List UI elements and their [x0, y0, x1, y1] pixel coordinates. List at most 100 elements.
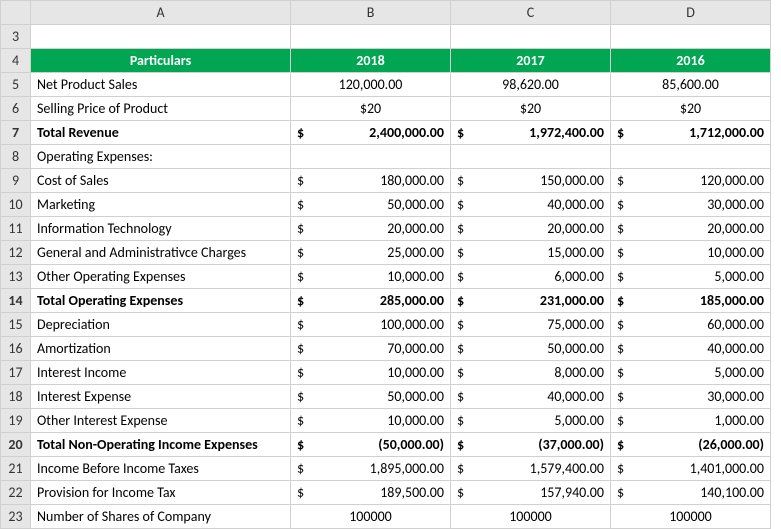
cell-label[interactable]: Interest Expense: [31, 385, 291, 409]
cell-label[interactable]: Operating Expenses:: [31, 145, 291, 169]
row-header[interactable]: 20: [1, 433, 31, 457]
cell-value[interactable]: [451, 145, 611, 169]
cell-label[interactable]: Total Non-Operating Income Expenses: [31, 433, 291, 457]
cell-value[interactable]: $30,000.00: [611, 193, 771, 217]
cell-value[interactable]: $20,000.00: [611, 217, 771, 241]
cell-value[interactable]: $185,000.00: [611, 289, 771, 313]
row-header[interactable]: 21: [1, 457, 31, 481]
cell-label[interactable]: Net Product Sales: [31, 73, 291, 97]
cell-value[interactable]: $(50,000.00): [291, 433, 451, 457]
row-header[interactable]: 11: [1, 217, 31, 241]
cell[interactable]: [611, 25, 771, 49]
cell-value[interactable]: $5,000.00: [451, 409, 611, 433]
cell-label[interactable]: Provision for Income Tax: [31, 481, 291, 505]
cell[interactable]: [291, 25, 451, 49]
cell-value[interactable]: $40,000.00: [451, 193, 611, 217]
cell-value[interactable]: $20,000.00: [451, 217, 611, 241]
cell-value[interactable]: $40,000.00: [451, 385, 611, 409]
corner-cell[interactable]: [1, 1, 31, 25]
col-header-b[interactable]: B: [291, 1, 451, 25]
cell-label[interactable]: Amortization: [31, 337, 291, 361]
cell-value[interactable]: $231,000.00: [451, 289, 611, 313]
row-header[interactable]: 16: [1, 337, 31, 361]
cell-value[interactable]: $140,100.00: [611, 481, 771, 505]
cell-value[interactable]: $30,000.00: [611, 385, 771, 409]
cell-value[interactable]: 85,600.00: [611, 73, 771, 97]
cell-label[interactable]: Interest Income: [31, 361, 291, 385]
cell-value[interactable]: $20: [451, 97, 611, 121]
row-header[interactable]: 19: [1, 409, 31, 433]
cell-value[interactable]: $10,000.00: [291, 361, 451, 385]
cell-label[interactable]: Total Revenue: [31, 121, 291, 145]
spreadsheet-grid[interactable]: A B C D 3 4 Particulars 2018 2017 2016 5…: [0, 0, 771, 529]
cell-value[interactable]: [291, 145, 451, 169]
cell-value[interactable]: $189,500.00: [291, 481, 451, 505]
cell-label[interactable]: Total Operating Expenses: [31, 289, 291, 313]
cell-value[interactable]: $1,972,400.00: [451, 121, 611, 145]
row-header[interactable]: 14: [1, 289, 31, 313]
cell-value[interactable]: $5,000.00: [611, 361, 771, 385]
row-header[interactable]: 4: [1, 49, 31, 73]
cell-value[interactable]: $1,401,000.00: [611, 457, 771, 481]
cell-value[interactable]: $10,000.00: [291, 409, 451, 433]
col-header-c[interactable]: C: [451, 1, 611, 25]
cell-value[interactable]: $285,000.00: [291, 289, 451, 313]
cell-value[interactable]: $2,400,000.00: [291, 121, 451, 145]
cell-value[interactable]: $(37,000.00): [451, 433, 611, 457]
cell-value[interactable]: $1,000.00: [611, 409, 771, 433]
cell-label[interactable]: Marketing: [31, 193, 291, 217]
row-header[interactable]: 10: [1, 193, 31, 217]
row-header[interactable]: 6: [1, 97, 31, 121]
cell-label[interactable]: General and Administrativce Charges: [31, 241, 291, 265]
cell-value[interactable]: $25,000.00: [291, 241, 451, 265]
cell-value[interactable]: $100,000.00: [291, 313, 451, 337]
cell-value[interactable]: $180,000.00: [291, 169, 451, 193]
cell-value[interactable]: $1,895,000.00: [291, 457, 451, 481]
row-header[interactable]: 9: [1, 169, 31, 193]
cell-value[interactable]: $6,000.00: [451, 265, 611, 289]
cell-value[interactable]: $70,000.00: [291, 337, 451, 361]
row-header[interactable]: 5: [1, 73, 31, 97]
cell-label[interactable]: Selling Price of Product: [31, 97, 291, 121]
cell[interactable]: [451, 25, 611, 49]
cell-label[interactable]: Depreciation: [31, 313, 291, 337]
header-2018[interactable]: 2018: [291, 49, 451, 73]
cell-value[interactable]: $20,000.00: [291, 217, 451, 241]
cell-value[interactable]: $5,000.00: [611, 265, 771, 289]
cell-value[interactable]: $157,940.00: [451, 481, 611, 505]
cell-value[interactable]: [611, 145, 771, 169]
cell-value[interactable]: $1,579,400.00: [451, 457, 611, 481]
row-header[interactable]: 17: [1, 361, 31, 385]
cell-label[interactable]: Information Technology: [31, 217, 291, 241]
cell-value[interactable]: $10,000.00: [291, 265, 451, 289]
cell-label[interactable]: Other Operating Expenses: [31, 265, 291, 289]
cell-value[interactable]: $60,000.00: [611, 313, 771, 337]
cell-value[interactable]: $50,000.00: [291, 385, 451, 409]
header-particulars[interactable]: Particulars: [31, 49, 291, 73]
cell-value[interactable]: 98,620.00: [451, 73, 611, 97]
header-2016[interactable]: 2016: [611, 49, 771, 73]
row-header[interactable]: 22: [1, 481, 31, 505]
cell-value[interactable]: $(26,000.00): [611, 433, 771, 457]
header-2017[interactable]: 2017: [451, 49, 611, 73]
row-header[interactable]: 7: [1, 121, 31, 145]
cell-value[interactable]: $150,000.00: [451, 169, 611, 193]
cell-value[interactable]: $20: [611, 97, 771, 121]
cell-label[interactable]: Cost of Sales: [31, 169, 291, 193]
cell-value[interactable]: $20: [291, 97, 451, 121]
cell-value[interactable]: $8,000.00: [451, 361, 611, 385]
row-header[interactable]: 8: [1, 145, 31, 169]
row-header[interactable]: 15: [1, 313, 31, 337]
col-header-d[interactable]: D: [611, 1, 771, 25]
cell-value[interactable]: $50,000.00: [291, 193, 451, 217]
cell-value[interactable]: $50,000.00: [451, 337, 611, 361]
cell-label[interactable]: Other Interest Expense: [31, 409, 291, 433]
cell-value[interactable]: $1,712,000.00: [611, 121, 771, 145]
row-header[interactable]: 12: [1, 241, 31, 265]
cell-value[interactable]: $15,000.00: [451, 241, 611, 265]
cell-value[interactable]: $120,000.00: [611, 169, 771, 193]
cell-label[interactable]: Income Before Income Taxes: [31, 457, 291, 481]
cell-value[interactable]: 120,000.00: [291, 73, 451, 97]
col-header-a[interactable]: A: [31, 1, 291, 25]
row-header[interactable]: 13: [1, 265, 31, 289]
